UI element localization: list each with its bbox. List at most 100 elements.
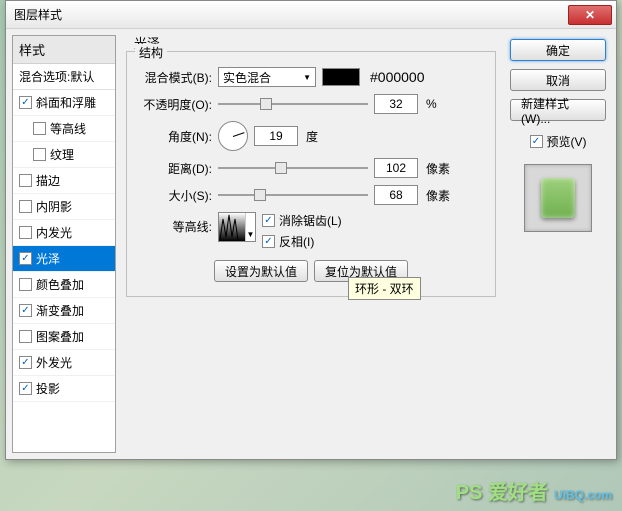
angle-input[interactable]: 19: [254, 126, 298, 146]
effect-item[interactable]: 光泽: [13, 246, 115, 272]
opacity-unit: %: [426, 97, 437, 111]
checkbox-icon: [262, 235, 275, 248]
close-icon: ✕: [585, 8, 595, 22]
opacity-slider[interactable]: [218, 96, 368, 112]
structure-title: 结构: [135, 44, 167, 61]
checkbox-icon: [33, 148, 46, 161]
effect-label: 等高线: [50, 120, 86, 137]
close-button[interactable]: ✕: [568, 5, 612, 25]
checkbox-icon: [19, 382, 32, 395]
layer-style-dialog: 图层样式 ✕ 样式 混合选项:默认 斜面和浮雕等高线纹理描边内阴影内发光光泽颜色…: [5, 0, 617, 460]
contour-label: 等高线:: [137, 218, 212, 235]
distance-unit: 像素: [426, 160, 450, 177]
preview-checkbox[interactable]: 预览(V): [530, 133, 587, 150]
effect-label: 颜色叠加: [36, 276, 84, 293]
action-panel: 确定 取消 新建样式(W)... 预览(V): [506, 35, 610, 453]
structure-group: 结构 混合模式(B): 实色混合 ▼ #000000 不透明度(O): 32: [126, 51, 496, 297]
contour-curve-icon: [219, 213, 245, 241]
checkbox-icon: [19, 226, 32, 239]
watermark-url: UiBQ.com: [554, 488, 612, 502]
checkbox-icon: [19, 356, 32, 369]
contour-tooltip: 环形 - 双环: [348, 277, 421, 300]
checkbox-icon: [19, 330, 32, 343]
watermark: PS 爱好者 UiBQ.com: [456, 476, 612, 505]
checkbox-icon: [530, 135, 543, 148]
new-style-button[interactable]: 新建样式(W)...: [510, 99, 606, 121]
effect-item[interactable]: 颜色叠加: [13, 272, 115, 298]
settings-panel: 光泽 结构 混合模式(B): 实色混合 ▼ #000000 不透明度(O):: [116, 35, 506, 453]
checkbox-icon: [19, 278, 32, 291]
dialog-body: 样式 混合选项:默认 斜面和浮雕等高线纹理描边内阴影内发光光泽颜色叠加渐变叠加图…: [6, 29, 616, 459]
effect-item[interactable]: 描边: [13, 168, 115, 194]
checkbox-icon: [19, 252, 32, 265]
antialias-label: 消除锯齿(L): [279, 212, 342, 229]
effect-label: 纹理: [50, 146, 74, 163]
blend-mode-select[interactable]: 实色混合 ▼: [218, 67, 316, 87]
effect-item[interactable]: 等高线: [13, 116, 115, 142]
size-label: 大小(S):: [137, 187, 212, 204]
color-swatch[interactable]: [322, 68, 360, 86]
size-row: 大小(S): 68 像素: [137, 185, 485, 205]
contour-picker[interactable]: ▼: [218, 212, 256, 242]
invert-label: 反相(I): [279, 233, 314, 250]
effect-label: 图案叠加: [36, 328, 84, 345]
effect-label: 外发光: [36, 354, 72, 371]
size-slider[interactable]: [218, 187, 368, 203]
chevron-down-icon: ▼: [303, 73, 311, 82]
distance-slider[interactable]: [218, 160, 368, 176]
effect-item[interactable]: 渐变叠加: [13, 298, 115, 324]
opacity-row: 不透明度(O): 32 %: [137, 94, 485, 114]
angle-row: 角度(N): 19 度: [137, 121, 485, 151]
effect-item[interactable]: 纹理: [13, 142, 115, 168]
blend-mode-value: 实色混合: [223, 69, 271, 86]
ok-button[interactable]: 确定: [510, 39, 606, 61]
opacity-input[interactable]: 32: [374, 94, 418, 114]
opacity-label: 不透明度(O):: [137, 96, 212, 113]
checkbox-icon: [19, 96, 32, 109]
effect-item[interactable]: 内发光: [13, 220, 115, 246]
preview-label: 预览(V): [547, 133, 587, 150]
effect-label: 内阴影: [36, 198, 72, 215]
distance-row: 距离(D): 102 像素: [137, 158, 485, 178]
checkbox-icon: [19, 200, 32, 213]
styles-header[interactable]: 样式: [13, 36, 115, 64]
angle-label: 角度(N):: [137, 128, 212, 145]
effect-item[interactable]: 内阴影: [13, 194, 115, 220]
size-input[interactable]: 68: [374, 185, 418, 205]
titlebar[interactable]: 图层样式 ✕: [6, 1, 616, 29]
chevron-down-icon: ▼: [245, 213, 255, 241]
checkbox-icon: [19, 174, 32, 187]
effect-item[interactable]: 图案叠加: [13, 324, 115, 350]
default-buttons: 设置为默认值 复位为默认值: [137, 260, 485, 282]
checkbox-icon: [33, 122, 46, 135]
effect-item[interactable]: 外发光: [13, 350, 115, 376]
size-unit: 像素: [426, 187, 450, 204]
checkbox-icon: [262, 214, 275, 227]
invert-checkbox[interactable]: 反相(I): [262, 233, 342, 250]
cancel-button[interactable]: 取消: [510, 69, 606, 91]
effect-item[interactable]: 斜面和浮雕: [13, 90, 115, 116]
effect-item[interactable]: 投影: [13, 376, 115, 402]
antialias-checkbox[interactable]: 消除锯齿(L): [262, 212, 342, 229]
watermark-logo: PS 爱好者: [456, 476, 548, 505]
preview-gem-icon: [541, 178, 575, 218]
window-title: 图层样式: [14, 6, 568, 23]
effect-label: 描边: [36, 172, 60, 189]
blend-options-item[interactable]: 混合选项:默认: [13, 64, 115, 90]
effect-label: 投影: [36, 380, 60, 397]
effect-label: 光泽: [36, 250, 60, 267]
effect-label: 斜面和浮雕: [36, 94, 96, 111]
angle-dial[interactable]: [218, 121, 248, 151]
color-hex: #000000: [370, 69, 425, 85]
blend-mode-row: 混合模式(B): 实色混合 ▼ #000000: [137, 67, 485, 87]
contour-row: 等高线: ▼ 消除锯齿(L): [137, 212, 485, 250]
effects-list: 样式 混合选项:默认 斜面和浮雕等高线纹理描边内阴影内发光光泽颜色叠加渐变叠加图…: [12, 35, 116, 453]
blend-mode-label: 混合模式(B):: [137, 69, 212, 86]
distance-label: 距离(D):: [137, 160, 212, 177]
make-default-button[interactable]: 设置为默认值: [214, 260, 308, 282]
checkbox-icon: [19, 304, 32, 317]
effect-label: 内发光: [36, 224, 72, 241]
preview-thumbnail: [524, 164, 592, 232]
distance-input[interactable]: 102: [374, 158, 418, 178]
effect-label: 渐变叠加: [36, 302, 84, 319]
